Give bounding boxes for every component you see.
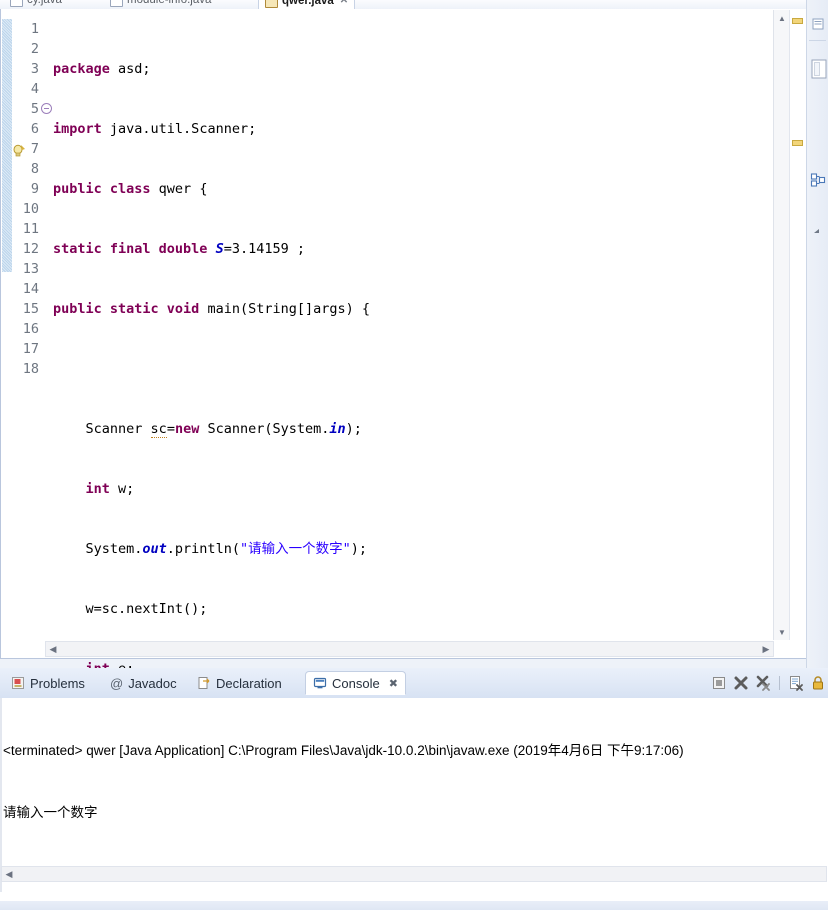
clear-console-icon[interactable] (788, 675, 804, 691)
tab-console[interactable]: Console ✖ (305, 671, 406, 695)
scroll-up-arrow-icon[interactable]: ▲ (774, 10, 790, 26)
javadoc-at-icon: @ (110, 675, 124, 691)
line-number: 5 (30, 101, 39, 117)
console-output-line: 请输入一个数字 (3, 804, 98, 820)
editor-tab-label: qwer.java (282, 0, 334, 7)
console-text: <terminated> qwer [Java Application] C:\… (3, 700, 826, 892)
editor-tab-bar: cy.java module-info.java qwer.java ✕ (0, 0, 807, 9)
line-number: 13 (22, 261, 39, 277)
scroll-down-arrow-icon[interactable]: ▼ (774, 624, 790, 640)
code-line-7: Scanner sc=new Scanner(System.in); (53, 421, 362, 438)
scroll-left-arrow-icon[interactable]: ◀ (2, 867, 16, 881)
minimize-indicator-icon[interactable] (810, 222, 826, 238)
scroll-right-arrow-icon[interactable]: ▶ (759, 642, 773, 656)
line-number: 1 (30, 21, 39, 37)
tab-problems[interactable]: Problems (4, 671, 92, 695)
line-number: 2 (30, 41, 39, 57)
editor-horizontal-scrollbar[interactable]: ◀ ▶ (45, 641, 774, 657)
stack-separator (809, 40, 826, 41)
java-file-icon (10, 0, 23, 7)
eclipse-window: cy.java module-info.java qwer.java ✕ 1 2… (0, 0, 828, 910)
line-number: 3 (30, 61, 39, 77)
code-line-4: static final double S=3.14159 ; (53, 241, 305, 257)
console-toolbar (711, 671, 826, 695)
outline-icon[interactable] (810, 172, 826, 188)
tab-declaration[interactable]: Declaration (190, 671, 289, 695)
overview-marker[interactable] (792, 140, 803, 146)
line-number-ruler: 1 2 3 4 5 6 7 8 9 10 11 12 13 14 15 16 17 18 (13, 19, 39, 379)
line-number: 11 (22, 221, 39, 237)
line-number: 10 (22, 201, 39, 217)
properties-icon[interactable] (810, 58, 828, 80)
problems-icon (11, 676, 25, 690)
overview-ruler[interactable] (789, 10, 806, 640)
package-explorer-icon[interactable] (810, 16, 826, 32)
code-line-10: w=sc.nextInt(); (53, 601, 208, 617)
remove-launch-icon[interactable] (733, 675, 749, 691)
status-bar (0, 901, 828, 910)
declaration-icon (197, 676, 211, 690)
bottom-tab-bar: Problems @ Javadoc Declaration Console ✖ (0, 668, 828, 699)
close-icon[interactable]: ✕ (340, 0, 348, 9)
editor-tab-module-info-java[interactable]: module-info.java (104, 0, 217, 9)
console-left-rule (0, 698, 2, 892)
terminate-icon[interactable] (711, 675, 727, 691)
java-file-icon (110, 0, 123, 7)
line-number: 14 (22, 281, 39, 297)
editor-tab-qwer-java[interactable]: qwer.java ✕ (258, 0, 356, 9)
overview-marker[interactable] (792, 18, 803, 24)
console-icon (313, 676, 327, 690)
java-class-icon (265, 0, 278, 8)
code-line-1: package asd; (53, 61, 151, 77)
minimized-view-stack (806, 0, 828, 668)
editor-text-area[interactable]: 1 2 3 4 5 6 7 8 9 10 11 12 13 14 15 16 17 18 package asd;… (0, 9, 807, 910)
scroll-lock-icon[interactable] (810, 675, 826, 691)
line-number: 4 (30, 81, 39, 97)
line-number: 18 (22, 361, 39, 377)
editor-tab-label: module-info.java (127, 0, 212, 6)
console-horizontal-scrollbar[interactable]: ◀ (1, 866, 827, 882)
code-line-2: import java.util.Scanner; (53, 121, 257, 137)
editor-tab-cy-java[interactable]: cy.java (4, 0, 68, 9)
line-number: 7 (30, 141, 39, 157)
editor-vertical-scrollbar[interactable]: ▲ ▼ (773, 10, 790, 640)
scroll-left-arrow-icon[interactable]: ◀ (46, 642, 60, 656)
code-line-5: public static void main(String[]args) { (53, 301, 370, 317)
line-number: 9 (30, 181, 39, 197)
tab-javadoc[interactable]: @ Javadoc (103, 671, 184, 695)
line-number: 6 (30, 121, 39, 137)
tab-label: Problems (30, 675, 85, 691)
tab-label: Declaration (216, 675, 282, 691)
line-number: 8 (30, 161, 39, 177)
tab-label: Javadoc (128, 675, 177, 691)
toolbar-separator (779, 676, 780, 690)
line-number: 17 (22, 341, 39, 357)
remove-all-terminated-icon[interactable] (755, 675, 771, 691)
code-line-8: int w; (85, 481, 135, 497)
close-icon[interactable]: ✖ (389, 677, 398, 690)
tab-label: Console (332, 675, 380, 691)
line-number: 15 (22, 301, 39, 317)
console-output[interactable]: <terminated> qwer [Java Application] C:\… (0, 698, 828, 892)
line-number: 16 (22, 321, 39, 337)
console-header-line: <terminated> qwer [Java Application] C:\… (3, 743, 684, 758)
code-line-9: System.out.println("请输入一个数字"); (53, 541, 367, 557)
bottom-view-stack: Problems @ Javadoc Declaration Console ✖… (0, 668, 828, 910)
line-number: 12 (22, 241, 39, 257)
code-line-3: public class qwer { (53, 181, 208, 197)
editor-part: cy.java module-info.java qwer.java ✕ 1 2… (0, 0, 807, 910)
editor-tab-label: cy.java (27, 0, 62, 6)
